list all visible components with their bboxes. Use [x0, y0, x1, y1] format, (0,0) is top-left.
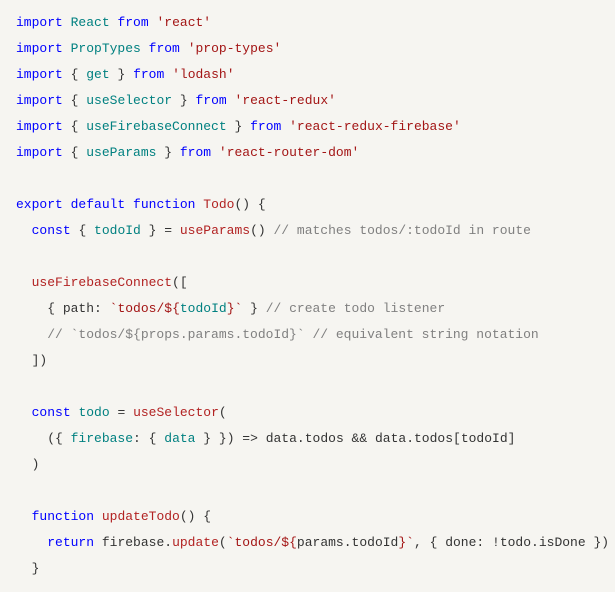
identifier-todoid: todoId — [180, 301, 227, 316]
code-line-11: useFirebaseConnect([ — [16, 270, 599, 296]
keyword-from: from — [133, 67, 164, 82]
code-line-blank — [16, 374, 599, 400]
identifier-get: get — [86, 67, 109, 82]
comment-route: // matches todos/:todoId in route — [274, 223, 531, 238]
prop-data2: data — [375, 431, 406, 446]
keyword-import: import — [16, 67, 63, 82]
code-line-12: { path: `todos/${todoId}` } // create to… — [16, 296, 599, 322]
close-paren: ) — [32, 457, 40, 472]
string-proptypes: 'prop-types' — [188, 41, 282, 56]
call-usefirebaseconnect: useFirebaseConnect — [32, 275, 172, 290]
keyword-import: import — [16, 145, 63, 160]
code-line-3: import { get } from 'lodash' — [16, 62, 599, 88]
prop-todos2: todos — [414, 431, 453, 446]
identifier-useparams: useParams — [86, 145, 156, 160]
identifier-data: data — [164, 431, 195, 446]
string-rrd: 'react-router-dom' — [219, 145, 359, 160]
prop-todos: todos — [305, 431, 344, 446]
string-rrf: 'react-redux-firebase' — [289, 119, 461, 134]
call-update: update — [172, 535, 219, 550]
keyword-from: from — [195, 93, 226, 108]
prop-params: params — [297, 535, 344, 550]
prop-todo: todo — [500, 535, 531, 550]
code-line-2: import PropTypes from 'prop-types' — [16, 36, 599, 62]
keyword-from: from — [250, 119, 281, 134]
prop-todoid2: todoId — [352, 535, 399, 550]
code-line-blank — [16, 478, 599, 504]
code-line-18: ) — [16, 452, 599, 478]
code-line-21: return firebase.update(`todos/${params.t… — [16, 530, 599, 556]
prop-firebase: firebase — [102, 535, 164, 550]
code-line-16: const todo = useSelector( — [16, 400, 599, 426]
keyword-from: from — [149, 41, 180, 56]
code-line-blank — [16, 166, 599, 192]
string-tpl3: `todos/${ — [227, 535, 297, 550]
keyword-from: from — [117, 15, 148, 30]
keyword-import: import — [16, 41, 63, 56]
code-line-6: import { useParams } from 'react-router-… — [16, 140, 599, 166]
code-line-1: import React from 'react' — [16, 10, 599, 36]
keyword-import: import — [16, 119, 63, 134]
keyword-function: function — [32, 509, 94, 524]
identifier-usefirebaseconnect: useFirebaseConnect — [86, 119, 226, 134]
code-line-14: ]) — [16, 348, 599, 374]
keyword-import: import — [16, 93, 63, 108]
code-line-4: import { useSelector } from 'react-redux… — [16, 88, 599, 114]
string-react: 'react' — [156, 15, 211, 30]
keyword-const: const — [32, 405, 71, 420]
close-brace: } — [32, 561, 40, 576]
prop-isdone: isDone — [539, 535, 586, 550]
identifier-proptypes: PropTypes — [71, 41, 141, 56]
string-tpl4: }` — [398, 535, 414, 550]
call-useparams: useParams — [180, 223, 250, 238]
code-line-13: // `todos/${props.params.todoId}` // equ… — [16, 322, 599, 348]
string-reactredux: 'react-redux' — [235, 93, 336, 108]
string-tpl1: `todos/${ — [110, 301, 180, 316]
identifier-useselector: useSelector — [86, 93, 172, 108]
fn-name-updatetodo: updateTodo — [102, 509, 180, 524]
code-line-8: export default function Todo() { — [16, 192, 599, 218]
code-block: import React from 'react' import PropTyp… — [16, 10, 599, 582]
code-line-5: import { useFirebaseConnect } from 'reac… — [16, 114, 599, 140]
call-useselector: useSelector — [133, 405, 219, 420]
code-line-blank — [16, 244, 599, 270]
keyword-return: return — [47, 535, 94, 550]
string-tpl2: }` — [227, 301, 243, 316]
fn-name-todo: Todo — [203, 197, 234, 212]
prop-todoid: todoId — [461, 431, 508, 446]
code-line-20: function updateTodo() { — [16, 504, 599, 530]
identifier-todoid: todoId — [94, 223, 141, 238]
keyword-export: export — [16, 197, 63, 212]
code-line-17: ({ firebase: { data } }) => data.todos &… — [16, 426, 599, 452]
code-line-9: const { todoId } = useParams() // matche… — [16, 218, 599, 244]
keyword-default: default — [71, 197, 126, 212]
keyword-from: from — [180, 145, 211, 160]
keyword-function: function — [133, 197, 195, 212]
prop-done: done — [445, 535, 476, 550]
prop-path: path — [63, 301, 94, 316]
close-bracket: ]) — [32, 353, 48, 368]
comment-equiv: // `todos/${props.params.todoId}` // equ… — [47, 327, 538, 342]
identifier-todo: todo — [78, 405, 109, 420]
identifier-firebase: firebase — [71, 431, 133, 446]
identifier-react: React — [71, 15, 110, 30]
code-line-22: } — [16, 556, 599, 582]
comment-listener: // create todo listener — [266, 301, 445, 316]
keyword-import: import — [16, 15, 63, 30]
prop-data: data — [266, 431, 297, 446]
keyword-const: const — [32, 223, 71, 238]
string-lodash: 'lodash' — [172, 67, 234, 82]
